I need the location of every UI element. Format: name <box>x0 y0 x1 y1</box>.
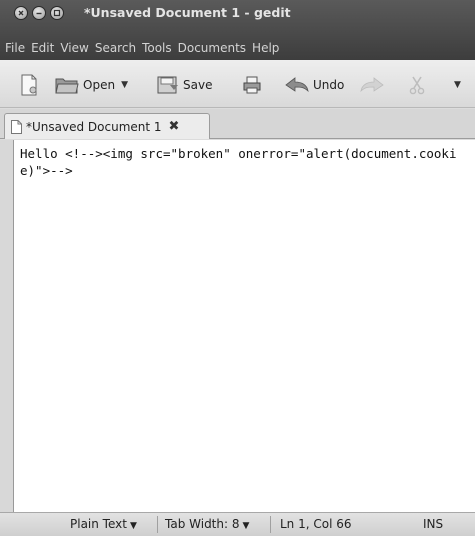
gedit-window: *Unsaved Document 1 - gedit File Edit Vi… <box>0 0 475 536</box>
window-controls <box>14 6 64 20</box>
title-bar: *Unsaved Document 1 - gedit File Edit Vi… <box>0 0 475 60</box>
menu-view[interactable]: View <box>57 41 91 55</box>
tab-label: *Unsaved Document 1 <box>26 119 162 134</box>
language-label: Plain Text <box>70 517 127 531</box>
print-button[interactable] <box>242 74 262 96</box>
menu-file[interactable]: File <box>2 41 28 55</box>
tab-width-dropdown-icon: ▼ <box>242 521 250 531</box>
redo-button[interactable] <box>360 74 384 96</box>
redo-icon <box>360 77 384 93</box>
toolbar: Open ▼ Save Undo ▼ <box>0 60 475 108</box>
new-document-button[interactable] <box>20 74 38 96</box>
folder-open-icon <box>55 78 79 94</box>
menu-tools[interactable]: Tools <box>139 41 175 55</box>
toolbar-overflow-button[interactable]: ▼ <box>448 74 461 96</box>
menu-help[interactable]: Help <box>249 41 282 55</box>
open-label: Open <box>83 78 116 92</box>
tab-close-icon[interactable]: ✖ <box>169 119 180 134</box>
document-tab-bar: *Unsaved Document 1 ✖ <box>0 109 475 139</box>
language-dropdown-icon: ▼ <box>129 521 137 531</box>
undo-label: Undo <box>313 78 345 92</box>
window-title: *Unsaved Document 1 - gedit <box>84 5 291 20</box>
cursor-position: Ln 1, Col 66 <box>280 517 352 531</box>
menu-bar: File Edit View Search Tools Documents He… <box>0 38 475 58</box>
editor-left-margin <box>0 140 13 512</box>
tab-unsaved-document-1[interactable]: *Unsaved Document 1 ✖ <box>4 113 210 139</box>
cut-button[interactable] <box>408 74 426 96</box>
minimize-icon <box>36 12 42 15</box>
maximize-icon <box>53 9 61 17</box>
open-dropdown-arrow[interactable]: ▼ <box>121 80 128 90</box>
text-editor-area[interactable]: Hello <!--><img src="broken" onerror="al… <box>13 140 475 512</box>
close-icon <box>18 10 24 16</box>
maximize-window-button[interactable] <box>50 6 64 20</box>
tab-width-label: Tab Width: 8 <box>165 517 240 531</box>
language-selector[interactable]: Plain Text ▼ <box>70 517 137 531</box>
undo-arrow-icon <box>285 77 309 93</box>
status-bar: Plain Text ▼ Tab Width: 8 ▼ Ln 1, Col 66 I… <box>0 512 475 536</box>
menu-documents[interactable]: Documents <box>175 41 249 55</box>
new-document-icon <box>21 74 37 96</box>
save-button[interactable]: Save <box>157 74 212 96</box>
status-separator <box>270 516 271 533</box>
document-icon <box>11 119 22 134</box>
status-separator <box>157 516 158 533</box>
menu-search[interactable]: Search <box>92 41 139 55</box>
chevron-down-icon: ▼ <box>454 80 461 90</box>
scissors-icon <box>409 76 425 95</box>
undo-button[interactable]: Undo <box>285 74 344 96</box>
insert-mode-indicator: INS <box>423 517 444 531</box>
tab-width-selector[interactable]: Tab Width: 8 ▼ <box>165 517 249 531</box>
printer-icon <box>243 76 261 94</box>
minimize-window-button[interactable] <box>32 6 46 20</box>
close-window-button[interactable] <box>14 6 28 20</box>
open-button[interactable]: Open ▼ <box>55 74 128 96</box>
save-label: Save <box>183 78 213 92</box>
save-icon <box>157 76 178 94</box>
menu-edit[interactable]: Edit <box>28 41 57 55</box>
